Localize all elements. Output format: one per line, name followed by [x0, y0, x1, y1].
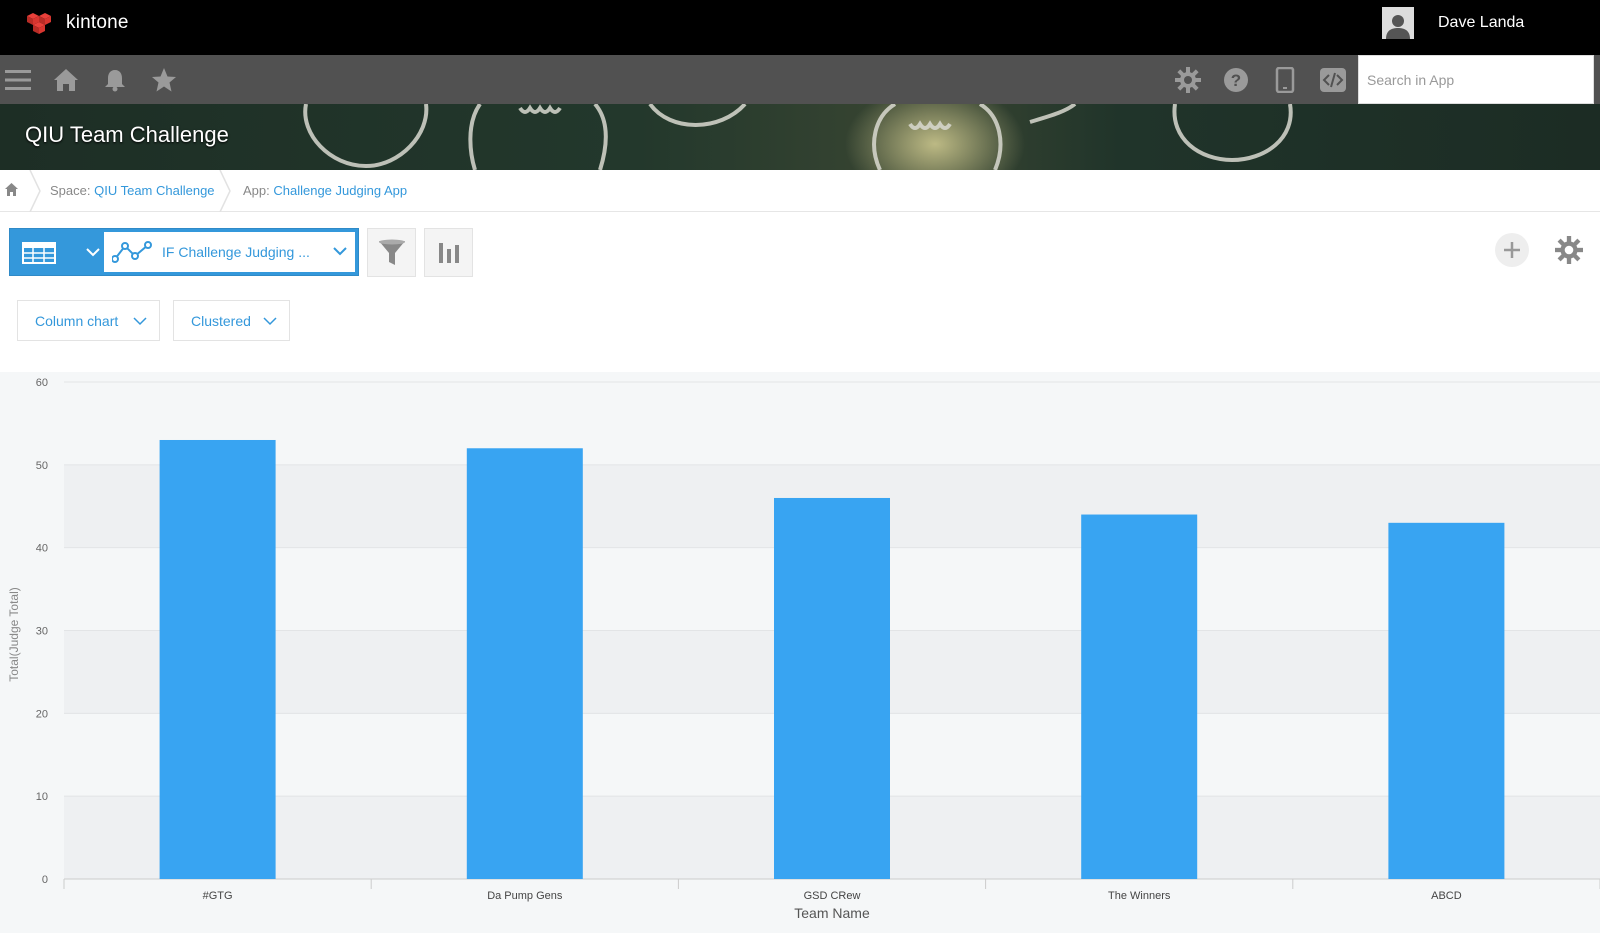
x-tick-label: GSD CRew: [804, 890, 861, 902]
user-menu[interactable]: Dave Landa: [1382, 7, 1524, 39]
star-icon[interactable]: [149, 65, 179, 95]
lightbulb-illustration: [303, 104, 1293, 170]
column-chart: 0 10 20 30 40 50 60 #GTG Da Pump Gens GSD CRew The…: [7, 377, 1600, 921]
y-tick-label: 20: [36, 708, 48, 720]
chart-mode-label: Clustered: [191, 312, 251, 329]
app-settings-button[interactable]: [1551, 232, 1587, 268]
x-tick-label: ABCD: [1431, 890, 1462, 902]
grid-band: [64, 382, 1600, 465]
search-input[interactable]: [1358, 55, 1594, 104]
chart-area: 0 10 20 30 40 50 60 #GTG Da Pump Gens GSD CRew The…: [0, 372, 1600, 933]
bar-chart-icon: [438, 242, 459, 263]
breadcrumb-app: App: Challenge Judging App: [243, 183, 407, 198]
chevron-down-icon[interactable]: [333, 246, 347, 256]
bar: [1388, 522, 1505, 879]
chart-type-dropdown[interactable]: Column chart: [17, 300, 160, 341]
home-icon[interactable]: [51, 65, 81, 95]
y-tick-label: 30: [36, 626, 48, 638]
brand-name: kintone: [66, 12, 129, 33]
add-record-button[interactable]: [1495, 233, 1529, 267]
bar: [774, 497, 890, 879]
breadcrumb-app-prefix: App:: [243, 183, 274, 198]
plus-icon: [1504, 242, 1520, 258]
breadcrumb-app-link[interactable]: Challenge Judging App: [273, 183, 407, 198]
y-axis-title: Total(Judge Total): [7, 587, 21, 682]
gear-icon: [1555, 236, 1583, 264]
gear-icon[interactable]: [1173, 65, 1203, 95]
breadcrumb-space: Space: QIU Team Challenge: [50, 183, 215, 198]
chevron-down-icon[interactable]: [86, 247, 100, 257]
y-tick-label: 40: [36, 543, 48, 555]
mobile-icon[interactable]: [1270, 65, 1300, 95]
x-axis-title: Team Name: [794, 905, 870, 921]
view-toolbar: IF Challenge Judging ... Column chart Cl…: [0, 212, 1600, 372]
kintone-logo-icon: [27, 13, 51, 34]
code-icon[interactable]: [1318, 65, 1348, 95]
svg-text:?: ?: [1231, 71, 1241, 90]
breadcrumb-separator: [219, 170, 231, 212]
y-tick-label: 0: [42, 874, 48, 886]
breadcrumb-home-icon[interactable]: [4, 182, 19, 200]
graph-name: IF Challenge Judging ...: [162, 244, 310, 260]
space-title: QIU Team Challenge: [25, 122, 229, 147]
filter-button[interactable]: [367, 228, 416, 277]
y-tick-label: 60: [36, 377, 48, 389]
avatar: [1382, 7, 1414, 39]
view-selector[interactable]: IF Challenge Judging ...: [9, 228, 359, 276]
graph-selector[interactable]: IF Challenge Judging ...: [104, 232, 355, 272]
chart-mode-dropdown[interactable]: Clustered: [173, 300, 290, 341]
breadcrumb-space-link[interactable]: QIU Team Challenge: [94, 183, 214, 198]
top-header: kintone Dave Landa: [0, 0, 1600, 55]
space-banner: QIU Team Challenge: [0, 104, 1600, 170]
bar: [1081, 514, 1198, 879]
filter-icon: [378, 239, 405, 265]
line-graph-icon: [112, 241, 152, 263]
bar: [466, 448, 583, 879]
app-navbar: ?: [0, 55, 1600, 104]
breadcrumb-space-prefix: Space:: [50, 183, 95, 198]
bell-icon[interactable]: [100, 65, 130, 95]
help-icon[interactable]: ?: [1221, 65, 1251, 95]
x-tick-label: #GTG: [203, 890, 233, 902]
kintone-logo[interactable]: kintone: [24, 11, 129, 35]
y-tick-label: 50: [36, 460, 48, 472]
graph-settings-button[interactable]: [424, 228, 473, 277]
chevron-down-icon: [263, 317, 277, 326]
user-name: Dave Landa: [1438, 14, 1525, 31]
x-tick-label: The Winners: [1108, 890, 1171, 902]
y-tick-label: 10: [36, 791, 48, 803]
user-icon: [1386, 15, 1410, 39]
breadcrumb-separator: [29, 170, 41, 212]
chart-type-label: Column chart: [35, 312, 119, 329]
breadcrumb: Space: QIU Team Challenge App: Challenge…: [0, 170, 1600, 212]
x-tick-label: Da Pump Gens: [487, 890, 563, 902]
table-view-icon: [22, 242, 56, 264]
menu-icon[interactable]: [3, 65, 33, 95]
chevron-down-icon: [133, 317, 147, 326]
bar: [159, 439, 276, 879]
